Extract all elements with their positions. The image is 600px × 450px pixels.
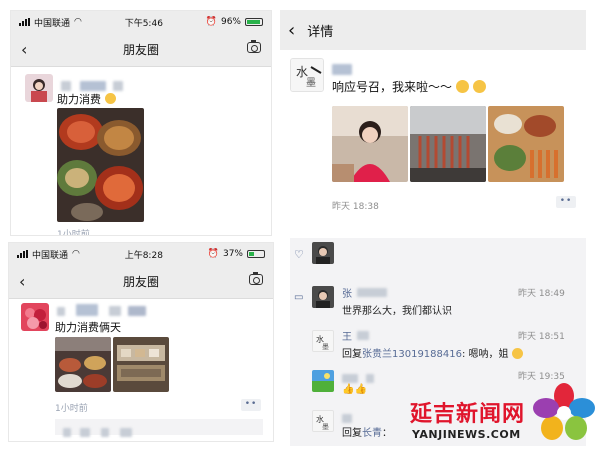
moments-panel-top: 中国联通 ◠ 下午5:46 ⏰ 96% ‹ 朋友圈 助力消费 1小时前 [10,10,272,236]
status-bar: 中国联通 ◠ 上午8:28 ⏰ 37% [9,243,273,265]
status-time: 下午5:46 [124,18,163,29]
comment-reply-row: 回复张贵兰13019188416: 嗯呐，姐 [342,345,523,360]
carrier-label: 中国联通 [34,18,71,29]
camera-icon[interactable] [247,40,261,53]
post-text: 助力消费 [57,93,101,106]
signal-icon [17,250,28,258]
post-text-row: 助力消费 [57,91,116,107]
logo-text: 延吉新闻网 [410,401,526,427]
status-bar: 中国联通 ◠ 下午5:46 ⏰ 96% [11,11,271,33]
battery-percent: 37% [222,249,243,259]
wifi-icon: ◠ [74,17,82,27]
post-photo-3[interactable] [488,106,564,182]
screenshot-collage: 中国联通 ◠ 下午5:46 ⏰ 96% ‹ 朋友圈 助力消费 1小时前 中国联通… [0,0,600,450]
post-text-row: 响应号召，我来啦～～ [332,78,486,95]
post-avatar[interactable]: 水墨 [290,58,324,92]
commenter-avatar[interactable]: 水墨 [312,330,334,352]
commenter-name-text: 王 [342,332,352,343]
post-time: 昨天 18:38 [332,202,379,212]
comment-reply-row: 回复长青： [342,424,392,439]
liker-avatar[interactable] [312,242,334,264]
comment-text: 世界那么大，我们都认识 [342,306,452,317]
logo-subtitle: YANJINEWS.COM [412,428,521,441]
grinning-emoji [104,93,116,104]
nav-title: 朋友圈 [122,275,159,289]
post-photo-1[interactable] [55,337,111,392]
battery-icon [244,18,263,26]
site-logo: 延吉新闻网 YANJINEWS.COM [408,382,598,448]
commenter-name-text: 张 [342,289,352,300]
battery-percent: 96% [220,17,241,27]
nav-title: 详情 [307,24,334,40]
heart-outline-icon: ♡ [294,248,304,261]
alarm-icon: ⏰ [205,17,217,27]
carrier-label: 中国联通 [32,250,69,261]
chevron-left-icon[interactable]: ‹ [21,40,27,59]
grinning-emoji [472,80,486,93]
post-text: 响应号召，我来啦～～ [332,80,453,94]
commenter-avatar[interactable] [312,286,334,308]
moments-nav-bar: ‹ 朋友圈 [11,33,271,67]
nav-title: 朋友圈 [122,43,159,57]
alarm-icon: ⏰ [207,249,219,259]
comment-text: 👍👍 [342,384,367,395]
commenter-avatar[interactable]: 水墨 [312,410,334,432]
post-author-name[interactable] [57,301,147,320]
signal-icon [19,18,30,26]
detail-panel: ‹ 详情 水墨 响应号召，我来啦～～ 昨天 18:38 •• ♡ ▭ 张 昨天 … [280,10,586,446]
detail-nav-bar: ‹ 详情 [280,10,586,50]
reply-prefix: 回复 [342,428,362,439]
svg-text:墨: 墨 [306,77,316,89]
battery-icon [246,250,265,258]
post-photo-1[interactable] [332,106,408,182]
comment-icon: ▭ [294,292,304,303]
comment-text: : 嗯呐，姐 [462,349,509,360]
post-time: 1小时前 [55,404,88,414]
status-time: 上午8:28 [124,250,163,261]
comment-text: ： [382,428,392,439]
post-photo-2[interactable] [113,337,169,392]
reply-prefix: 回复 [342,349,362,360]
svg-text:墨: 墨 [322,423,329,431]
post-photo[interactable] [57,108,144,222]
reply-to-name[interactable]: 长青 [362,428,382,439]
commenter-name[interactable]: 王 [342,328,370,343]
moments-nav-bar: ‹ 朋友圈 [9,265,273,299]
camera-icon[interactable] [249,272,263,285]
grinning-emoji [455,80,469,93]
flower-logo-icon [533,383,595,440]
svg-text:水: 水 [296,65,308,79]
wifi-icon: ◠ [72,249,80,259]
commenter-avatar[interactable] [312,370,334,392]
comment-time: 昨天 19:35 [518,372,565,382]
svg-text:墨: 墨 [322,343,329,351]
blush-emoji [511,348,523,359]
commenter-name[interactable]: 张 [342,285,388,300]
comment-time: 昨天 18:51 [518,332,565,342]
chevron-left-icon[interactable]: ‹ [288,20,295,41]
post-avatar[interactable] [21,303,49,331]
comment-time: 昨天 18:49 [518,289,565,299]
post-author-name[interactable] [332,60,352,79]
post-photo-2[interactable] [410,106,486,182]
likes-bar [55,419,263,437]
post-time: 1小时前 [57,230,90,236]
chevron-left-icon[interactable]: ‹ [19,272,25,291]
moments-panel-bottom: 中国联通 ◠ 上午8:28 ⏰ 37% ‹ 朋友圈 助力消费俩天 1小时前 •• [8,242,274,442]
reply-to-name[interactable]: 张贵兰13019188416 [362,349,462,360]
more-actions-button[interactable]: •• [241,399,261,411]
post-avatar[interactable] [25,74,53,102]
post-text: 助力消费俩天 [55,321,121,334]
more-actions-button[interactable]: •• [556,196,576,208]
